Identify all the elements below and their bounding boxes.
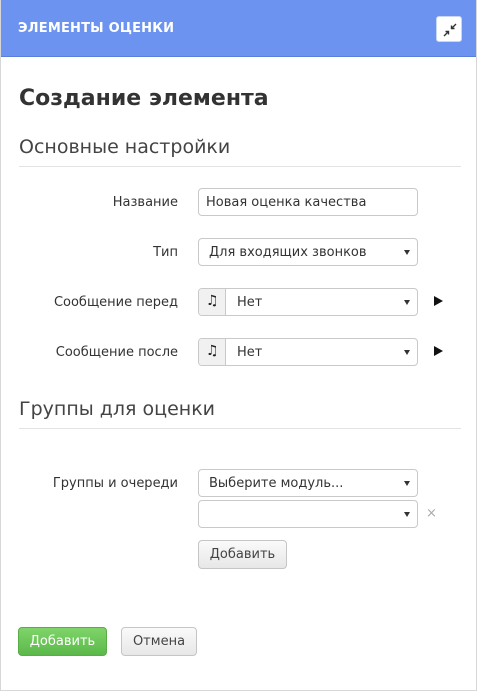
message-after-value: Нет bbox=[237, 345, 263, 360]
message-before-select[interactable]: ♫ Нет bbox=[198, 288, 418, 316]
submit-button[interactable]: Добавить bbox=[18, 627, 107, 656]
chevron-down-icon bbox=[404, 481, 410, 486]
remove-icon[interactable]: × bbox=[426, 506, 437, 521]
message-before-label: Сообщение перед bbox=[53, 295, 178, 310]
music-addon: ♫ bbox=[199, 339, 226, 365]
music-addon: ♫ bbox=[199, 289, 226, 315]
message-after-select[interactable]: ♫ Нет bbox=[198, 338, 418, 366]
name-input[interactable] bbox=[198, 188, 418, 216]
type-select[interactable]: Для входящих звонков bbox=[198, 238, 418, 266]
section-title-groups: Группы для оценки bbox=[19, 398, 216, 420]
group-select[interactable] bbox=[198, 500, 418, 528]
type-select-value: Для входящих звонков bbox=[209, 245, 367, 260]
chevron-down-icon bbox=[404, 250, 410, 255]
type-label: Тип bbox=[153, 245, 178, 260]
compress-arrows-icon bbox=[443, 23, 457, 37]
section-title-basic: Основные настройки bbox=[19, 136, 231, 158]
message-after-label: Сообщение после bbox=[55, 345, 178, 360]
module-select[interactable]: Выберите модуль... bbox=[198, 469, 418, 497]
chevron-down-icon bbox=[404, 512, 410, 517]
play-icon[interactable] bbox=[434, 346, 443, 356]
page-title: Создание элемента bbox=[19, 86, 269, 111]
name-label: Название bbox=[112, 195, 178, 210]
module-select-value: Выберите модуль... bbox=[209, 476, 344, 491]
music-note-icon: ♫ bbox=[206, 343, 219, 359]
groups-queues-label: Группы и очереди bbox=[52, 476, 178, 491]
chevron-down-icon bbox=[404, 300, 410, 305]
music-note-icon: ♫ bbox=[206, 293, 219, 309]
dialog-panel: ЭЛЕМЕНТЫ ОЦЕНКИ Создание элемента Основн… bbox=[0, 0, 477, 691]
panel-header: ЭЛЕМЕНТЫ ОЦЕНКИ bbox=[1, 0, 476, 57]
message-before-value: Нет bbox=[237, 295, 263, 310]
panel-title: ЭЛЕМЕНТЫ ОЦЕНКИ bbox=[18, 21, 175, 36]
section-divider bbox=[19, 428, 461, 429]
cancel-button[interactable]: Отмена bbox=[121, 627, 197, 656]
collapse-button[interactable] bbox=[436, 16, 462, 42]
section-divider bbox=[19, 166, 461, 167]
play-icon[interactable] bbox=[434, 296, 443, 306]
chevron-down-icon bbox=[404, 350, 410, 355]
add-group-button[interactable]: Добавить bbox=[198, 540, 287, 569]
